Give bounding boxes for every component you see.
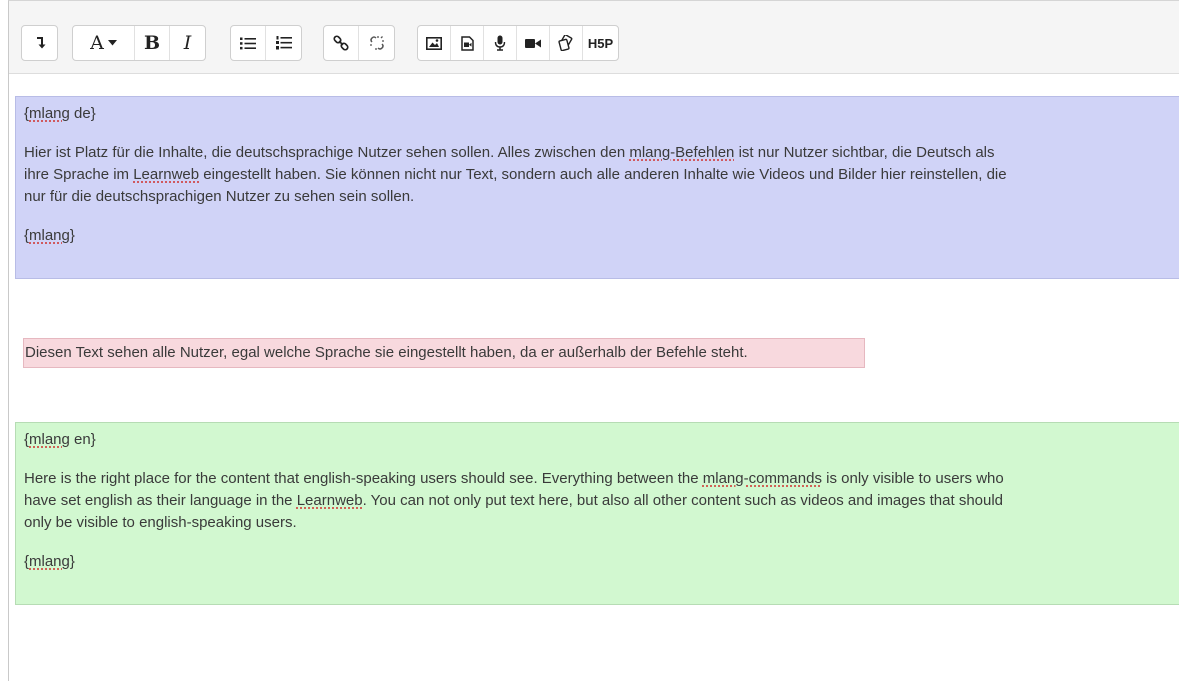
media-button[interactable] [451,26,484,60]
image-button[interactable] [418,26,451,60]
text-editor: A B I H5P {mlang de} Hier ist Platz für … [8,0,1179,681]
h5p-button[interactable]: H5P [583,26,618,60]
spellcheck-word: mlang-Befehlen [629,144,735,161]
bold-button[interactable]: B [135,26,170,60]
italic-button[interactable]: I [170,26,205,60]
manage-files-icon [558,35,573,51]
toolbar-group-links [323,25,395,61]
font-color-button[interactable]: A [73,26,135,60]
mlang-close-tag: {mlang} [24,553,75,570]
ordered-list-icon [275,36,292,50]
manage-files-button[interactable] [550,26,583,60]
toolbar-group-style: A B I [72,25,206,61]
spellcheck-word: mlang-commands [702,470,822,487]
record-audio-icon [494,35,506,51]
record-video-icon [525,38,541,48]
spellcheck-word: Learnweb [296,492,363,509]
ordered-list-button[interactable] [266,26,301,60]
mlang-close-tag: {mlang} [24,227,75,244]
collapse-icon [36,37,45,49]
spellcheck-word: mlang [29,105,70,122]
italic-icon: I [183,32,192,54]
spellcheck-word: mlang [29,553,70,570]
collapse-button[interactable] [22,26,57,60]
unlink-icon [369,36,384,50]
h5p-icon: H5P [587,35,614,51]
unlink-button[interactable] [359,26,394,60]
link-button[interactable] [324,26,359,60]
editor-toolbar: A B I H5P [9,1,1179,74]
spellcheck-word: mlang [29,431,70,448]
mlang-de-block: {mlang de} Hier ist Platz für die Inhalt… [15,96,1179,279]
mlang-open-tag: {mlang en} [24,431,96,448]
toolbar-group-media: H5P [417,25,619,61]
toolbar-group-collapse [21,25,58,61]
link-icon [333,35,349,51]
mlang-de-paragraph: Hier ist Platz für die Inhalte, die deut… [24,144,1007,205]
unordered-list-icon [240,37,256,49]
mlang-en-paragraph: Here is the right place for the content … [24,470,1004,531]
shared-text-block: Diesen Text sehen alle Nutzer, egal welc… [23,338,865,368]
image-icon [426,36,442,50]
record-audio-button[interactable] [484,26,517,60]
toolbar-group-lists [230,25,302,61]
shared-paragraph: Diesen Text sehen alle Nutzer, egal welc… [25,344,748,361]
record-video-button[interactable] [517,26,550,60]
bold-icon: B [143,32,161,54]
font-color-icon: A [90,32,104,54]
mlang-en-block: {mlang en} Here is the right place for t… [15,422,1179,605]
unordered-list-button[interactable] [231,26,266,60]
chevron-down-icon [107,40,117,46]
spellcheck-word: mlang [29,227,70,244]
mlang-open-tag: {mlang de} [24,105,96,122]
spellcheck-word: Learnweb [133,166,200,183]
media-icon [460,35,474,51]
